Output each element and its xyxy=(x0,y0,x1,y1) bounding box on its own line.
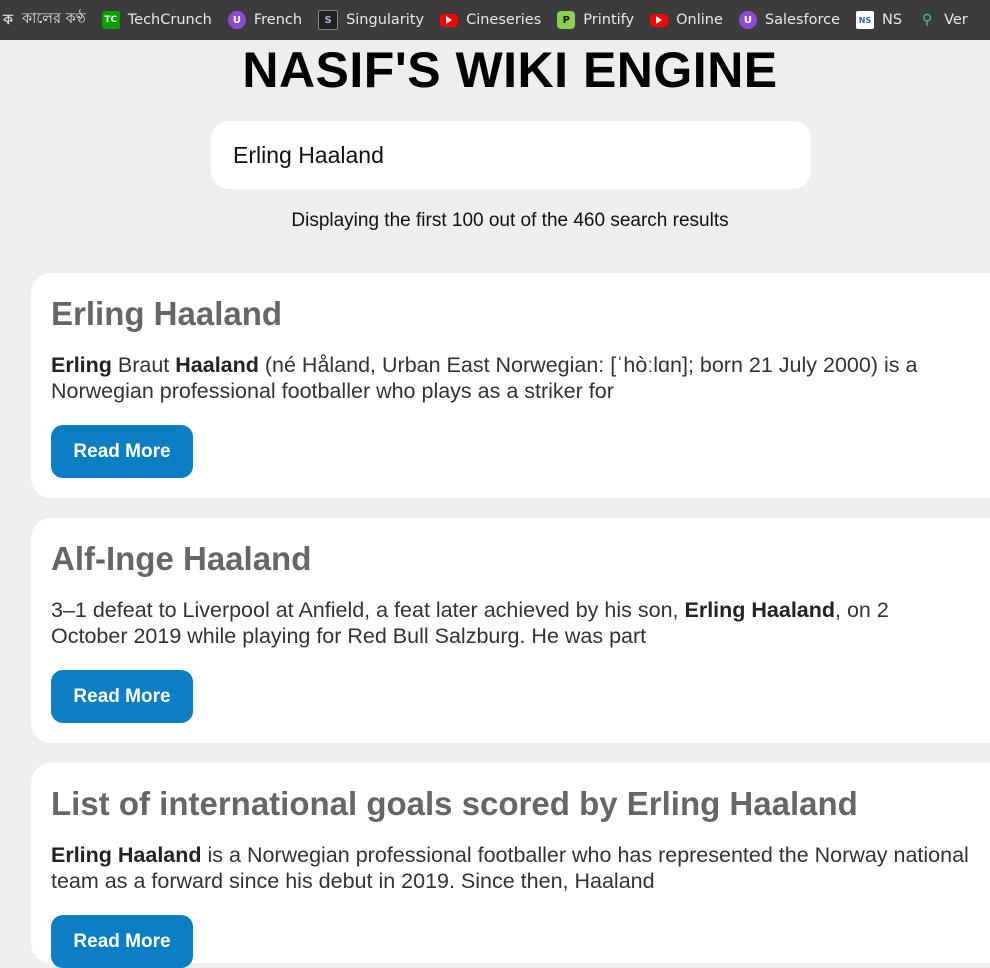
udemy-icon: U xyxy=(738,11,757,29)
ns-icon: NS xyxy=(856,11,875,29)
bookmark-label: TechCrunch xyxy=(127,12,212,28)
bookmark-label: কালের কণ্ঠ xyxy=(22,11,86,27)
bookmark-ver[interactable]: ⚲ Ver xyxy=(918,0,968,40)
bookmark-printify[interactable]: P Printify xyxy=(557,0,634,40)
search-box[interactable] xyxy=(211,121,811,189)
read-more-button[interactable]: Read More xyxy=(51,670,193,723)
bookmark-singularity[interactable]: S Singularity xyxy=(318,0,424,40)
bookmark-label: Singularity xyxy=(346,12,425,28)
bookmark-label: Online xyxy=(676,12,723,28)
result-title[interactable]: Erling Haaland xyxy=(51,295,282,333)
results-count-text: Displaying the first 100 out of the 460 … xyxy=(291,210,729,231)
result-card: Alf-Inge Haaland 3–1 defeat to Liverpool… xyxy=(31,518,990,743)
udemy-icon: U xyxy=(227,11,246,29)
singularity-icon: S xyxy=(318,10,339,30)
read-more-button[interactable]: Read More xyxy=(51,425,193,478)
bookmark-label: Cineseries xyxy=(466,12,542,28)
result-snippet: Erling Braut Haaland (né Håland, Urban E… xyxy=(51,353,918,403)
printify-icon: P xyxy=(557,11,576,29)
bookmark-label: NS xyxy=(882,12,903,28)
result-card: List of international goals scored by Er… xyxy=(31,763,990,968)
bookmarks-bar: ক কালের কণ্ঠ TC TechCrunch U French S Si… xyxy=(0,0,990,40)
read-more-button[interactable]: Read More xyxy=(51,915,193,968)
result-title[interactable]: List of international goals scored by Er… xyxy=(51,785,858,823)
bookmark-french[interactable]: U French xyxy=(227,0,303,40)
search-input[interactable] xyxy=(231,140,811,170)
techcrunch-icon: TC xyxy=(101,11,120,29)
bookmark-label: Salesforce xyxy=(764,12,841,28)
bookmark-online[interactable]: Online xyxy=(650,0,723,40)
bookmark-techcrunch[interactable]: TC TechCrunch xyxy=(101,0,212,40)
site-title: NASIF'S WIKI ENGINE xyxy=(242,42,778,98)
bookmark-salesforce[interactable]: U Salesforce xyxy=(738,0,841,40)
bookmark-kaler-kantho[interactable]: ক কালের কণ্ঠ xyxy=(0,0,86,40)
result-snippet: Erling Haaland is a Norwegian profession… xyxy=(51,843,969,893)
result-title[interactable]: Alf-Inge Haaland xyxy=(51,540,311,578)
youtube-icon xyxy=(650,13,669,27)
bookmark-label: Printify xyxy=(583,12,635,28)
result-snippet: 3–1 defeat to Liverpool at Anfield, a fe… xyxy=(51,598,889,648)
bookmark-cineseries[interactable]: Cineseries xyxy=(440,0,541,40)
map-pin-icon: ⚲ xyxy=(921,12,933,28)
youtube-icon xyxy=(440,13,459,27)
bookmark-label: Ver xyxy=(944,12,968,28)
bookmark-label: French xyxy=(253,12,303,28)
kaler-kantho-icon: ক xyxy=(3,12,13,28)
result-card: Erling Haaland Erling Braut Haaland (né … xyxy=(31,273,990,498)
bookmark-ns[interactable]: NS NS xyxy=(856,0,902,40)
